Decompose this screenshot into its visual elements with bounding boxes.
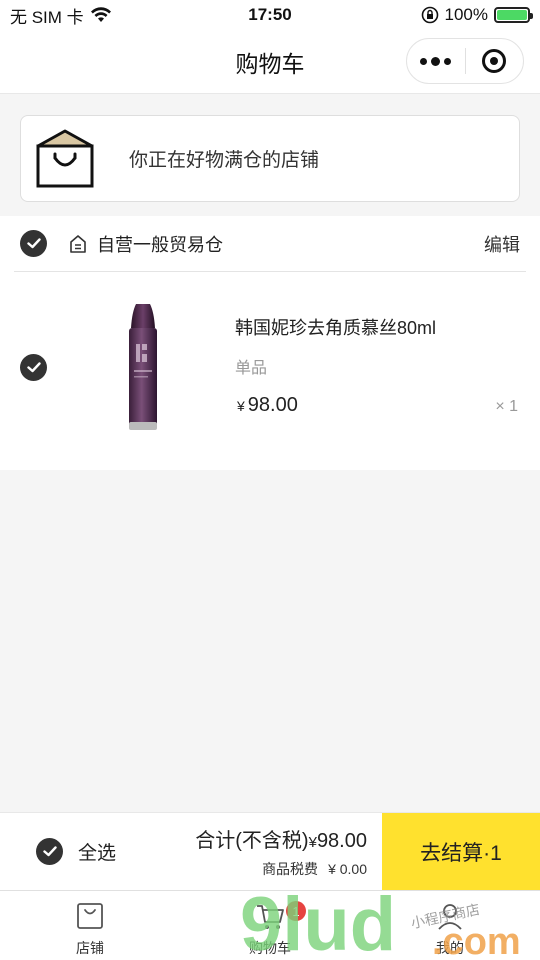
warehouse-icon [70,234,86,253]
battery-icon [494,7,533,23]
page-title: 购物车 [235,50,305,77]
cart-item[interactable]: 韩国妮珍去角质慕丝80ml 单品 ¥98.00 × 1 [0,272,540,468]
product-quantity: × 1 [495,398,518,415]
product-image[interactable] [124,304,162,432]
tab-store[interactable]: 店铺 [0,891,180,960]
cart-section: 自营一般贸易仓 编辑 韩国妮珍去角质慕丝80ml 单品 ¥ 98.00 × 1 [0,216,540,470]
totals: 合计(不含税)¥98.00 商品税费 ¥ 0.00 [195,824,367,879]
tab-bar: 店铺 1 购物车 我的 [0,890,540,960]
tab-store-label: 店铺 [76,940,104,956]
product-price: ¥98.00 [237,394,298,417]
edit-button[interactable]: 编辑 [484,231,520,257]
tax-value: ¥ 0.00 [328,861,367,877]
checkout-bar: 全选 合计(不含税)¥98.00 商品税费 ¥ 0.00 去结算·1 [0,812,540,891]
tab-cart[interactable]: 1 购物车 [180,891,360,960]
select-all-checkbox[interactable] [36,838,63,865]
total-value: 98.00 [316,830,367,852]
carrier-label: 无 SIM 卡 [10,7,84,27]
close-miniprogram-button[interactable] [466,39,524,83]
price-value: 98.00 [247,394,298,416]
shopping-bag-icon [77,903,103,929]
item-checkbox[interactable] [20,354,47,381]
status-left: 无 SIM 卡 [10,3,112,28]
checkmark-icon [26,238,41,249]
cart-icon [257,905,284,929]
more-button[interactable] [407,39,465,83]
select-all-toggle[interactable]: 全选 [36,838,116,865]
miniprogram-capsule [406,38,524,84]
status-right: 100% [421,5,533,25]
checkmark-icon [42,846,57,857]
nav-bar: 购物车 [0,30,540,94]
store-banner[interactable]: 你正在好物满仓的店铺 [20,115,520,202]
product-spec: 单品 [235,360,268,377]
total-currency: ¥ [308,834,317,851]
more-dots-icon [420,56,452,66]
record-target-icon [482,49,507,73]
status-bar: 无 SIM 卡 17:50 100% [0,0,540,30]
product-name[interactable]: 韩国妮珍去角质慕丝80ml [235,314,436,340]
warehouse-header: 自营一般贸易仓 编辑 [14,216,526,272]
checkout-button[interactable]: 去结算·1 [382,812,540,891]
shopping-bag-icon [36,129,94,187]
wifi-icon [90,7,111,22]
tab-mine[interactable]: 我的 [360,891,540,960]
orientation-lock-icon [421,6,438,24]
total-line: 合计(不含税)¥98.00 [195,824,367,853]
warehouse-name: 自营一般贸易仓 [97,234,223,255]
store-banner-text: 你正在好物满仓的店铺 [129,150,320,171]
cart-badge: 1 [286,901,306,921]
tab-mine-label: 我的 [436,940,464,956]
warehouse-checkbox[interactable] [20,230,47,257]
checkmark-icon [26,362,41,373]
battery-percent: 100% [444,5,488,24]
tab-cart-label: 购物车 [249,940,291,956]
total-label: 合计(不含税) [195,830,309,852]
user-icon [438,904,462,930]
currency-symbol: ¥ [237,398,245,414]
tax-line: 商品税费 ¥ 0.00 [195,859,367,879]
battery-level-fill [497,10,527,20]
select-all-label: 全选 [78,843,117,864]
tax-label: 商品税费 [262,861,319,877]
